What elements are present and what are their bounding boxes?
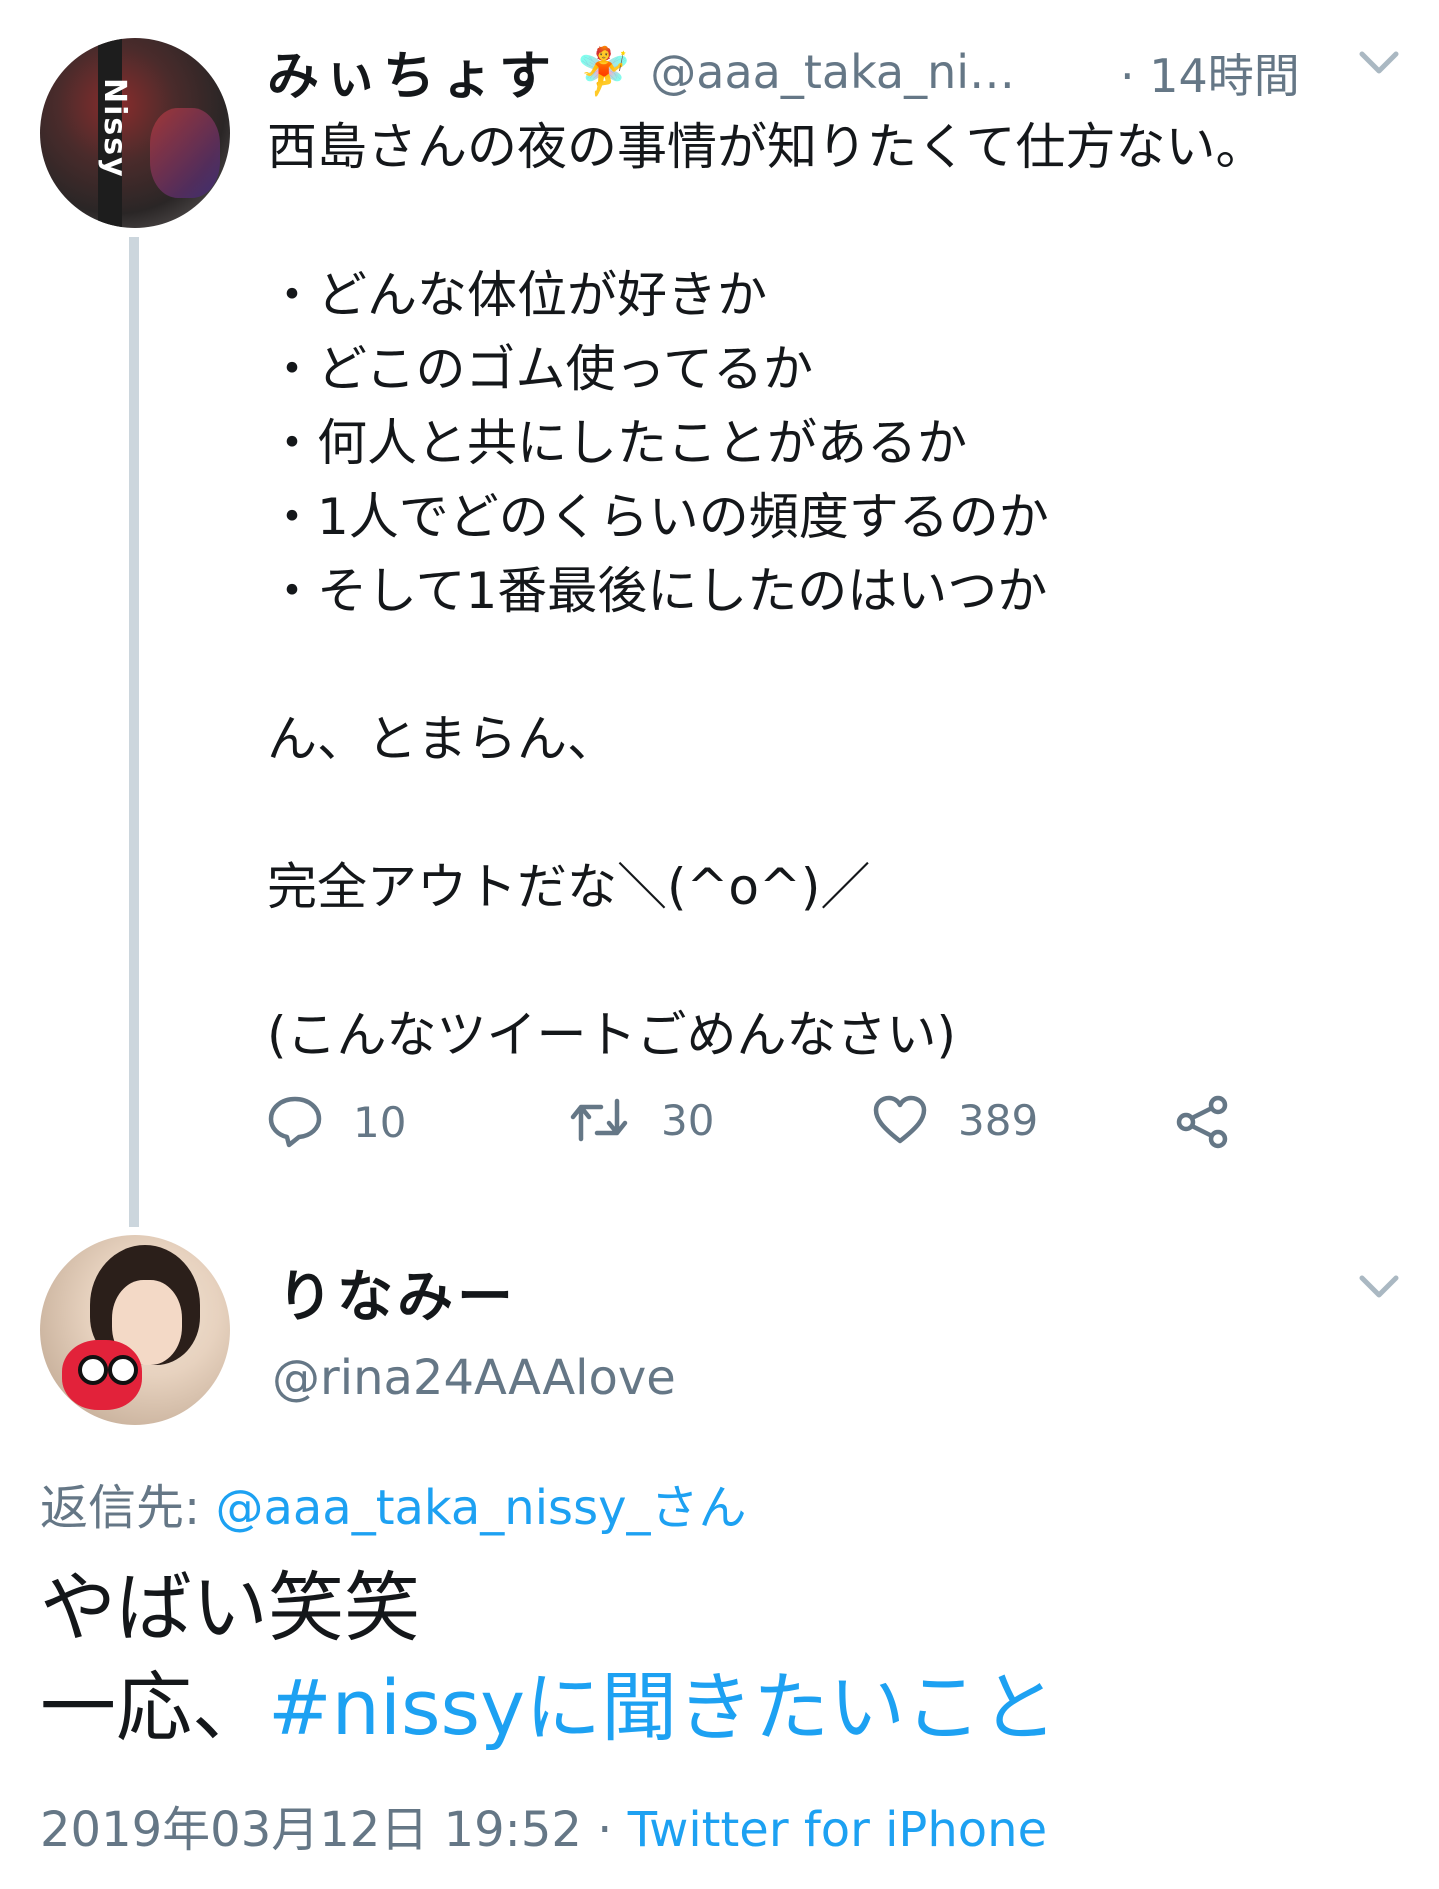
tweet1-timestamp[interactable]: · 14時間: [1120, 40, 1300, 106]
reply-to-user-link[interactable]: @aaa_taka_nissy_さん: [215, 1480, 746, 1536]
reply-button[interactable]: 10: [267, 1095, 406, 1149]
avatar-toy-eye: [78, 1355, 108, 1385]
tweet1-time: 14時間: [1149, 49, 1300, 103]
retweet-button[interactable]: 30: [567, 1095, 714, 1145]
avatar-decoration: [150, 108, 220, 198]
tweet1-display-name[interactable]: みぃちょす: [267, 34, 557, 109]
chevron-down-icon[interactable]: [1358, 1272, 1400, 1302]
like-count: 389: [958, 1095, 1039, 1145]
reply-to-line: 返信先: @aaa_taka_nissy_さん: [40, 1468, 746, 1538]
avatar-rinamii[interactable]: [40, 1235, 230, 1425]
fairy-emoji-icon: 🧚: [575, 44, 633, 98]
reply-icon: [267, 1095, 323, 1149]
like-button[interactable]: 389: [872, 1095, 1038, 1145]
retweet-count: 30: [661, 1095, 715, 1145]
tweet2-handle[interactable]: @rina24AAAlove: [272, 1350, 676, 1406]
chevron-down-icon[interactable]: [1358, 48, 1400, 78]
avatar-miichosu[interactable]: Nissy: [40, 38, 230, 228]
tweet2-timestamp[interactable]: 2019年03月12日 19:52: [40, 1802, 582, 1858]
tweet2-text: やばい笑笑 一応、#nissyに聞きたいこと: [40, 1558, 1057, 1758]
avatar-toy-eye: [108, 1355, 138, 1385]
tweet2-text-line2: 一応、#nissyに聞きたいこと: [40, 1658, 1057, 1758]
heart-icon: [872, 1095, 928, 1145]
source-link[interactable]: Twitter for iPhone: [628, 1802, 1047, 1858]
tweet2-meta: 2019年03月12日 19:52 · Twitter for iPhone: [40, 1790, 1047, 1860]
time-separator: ·: [1120, 49, 1135, 103]
avatar-logo-text: Nissy: [97, 78, 132, 179]
tweet1-text: 西島さんの夜の事情が知りたくて仕方ない。 ・どんな体位が好きか ・どこのゴム使っ…: [267, 118, 1266, 1064]
tweet1-actions: 10 30 389: [267, 1095, 1267, 1155]
retweet-icon: [567, 1095, 631, 1145]
share-icon: [1174, 1095, 1230, 1149]
tweet2-text-prefix: 一応、: [40, 1663, 268, 1752]
tweet2-display-name[interactable]: りなみー: [277, 1252, 517, 1333]
tweet1-handle[interactable]: @aaa_taka_ni…: [650, 45, 1015, 99]
tweet2-text-line1: やばい笑笑: [40, 1563, 420, 1652]
reply-count: 10: [353, 1097, 407, 1147]
share-button[interactable]: [1174, 1095, 1230, 1149]
thread-connector-line: [129, 237, 139, 1227]
meta-separator: ·: [581, 1802, 628, 1858]
tweet1-header: みぃちょす 🧚 @aaa_taka_ni…: [267, 34, 1015, 109]
reply-to-label: 返信先:: [40, 1480, 201, 1536]
hashtag-link[interactable]: #nissyに聞きたいこと: [268, 1663, 1057, 1752]
